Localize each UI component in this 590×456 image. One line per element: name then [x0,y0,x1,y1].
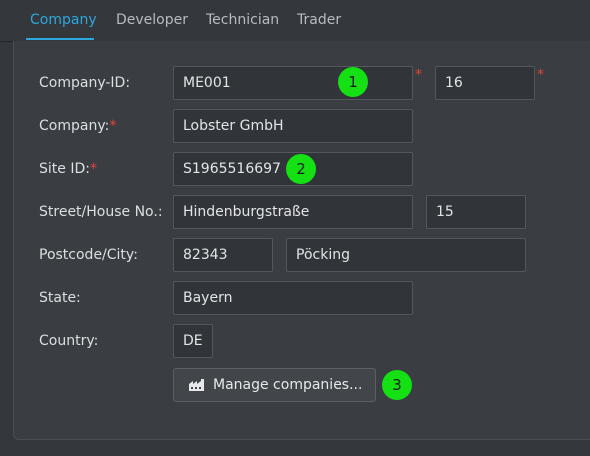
tab-developer[interactable]: Developer [116,12,188,28]
company-id-label: Company-ID: [39,75,131,91]
annotation-marker-2: 2 [286,154,316,184]
tab-bar: Company Developer Technician Trader [0,0,590,42]
tab-technician[interactable]: Technician [206,12,279,28]
site-id-label: Site ID:* [39,161,97,177]
company-name-field[interactable]: Lobster GmbH [173,109,413,143]
company-label-text: Company: [39,118,110,134]
site-id-required-mark: * [89,161,97,177]
app-root: Company Developer Technician Trader Comp… [0,0,590,456]
company-id-field[interactable]: ME001 [173,66,413,100]
state-field[interactable]: Bayern [173,281,413,315]
house-number-field[interactable]: 15 [426,195,526,229]
annotation-marker-1: 1 [338,67,368,97]
country-label: Country: [39,333,99,349]
street-label: Street/House No.: [39,204,163,220]
company-id-suffix-required-mark: * [537,67,544,83]
manage-companies-label: Manage companies... [213,377,363,393]
postcode-label: Postcode/City: [39,247,138,263]
postcode-field[interactable]: 82343 [173,238,273,272]
annotation-marker-3: 3 [382,370,412,400]
company-id-suffix-field[interactable]: 16 [435,66,535,100]
site-id-label-text: Site ID: [39,161,90,177]
factory-icon [189,379,204,391]
company-id-required-mark: * [415,67,422,83]
active-tab-indicator [26,38,94,40]
company-label: Company:* [39,118,116,134]
city-field[interactable]: Pöcking [286,238,526,272]
country-field[interactable]: DE [173,324,213,358]
street-field[interactable]: Hindenburgstraße [173,195,413,229]
tab-trader[interactable]: Trader [297,12,341,28]
company-required-mark: * [109,118,117,134]
manage-companies-button[interactable]: Manage companies... [173,368,376,402]
tab-company[interactable]: Company [30,12,97,28]
state-label: State: [39,290,81,306]
